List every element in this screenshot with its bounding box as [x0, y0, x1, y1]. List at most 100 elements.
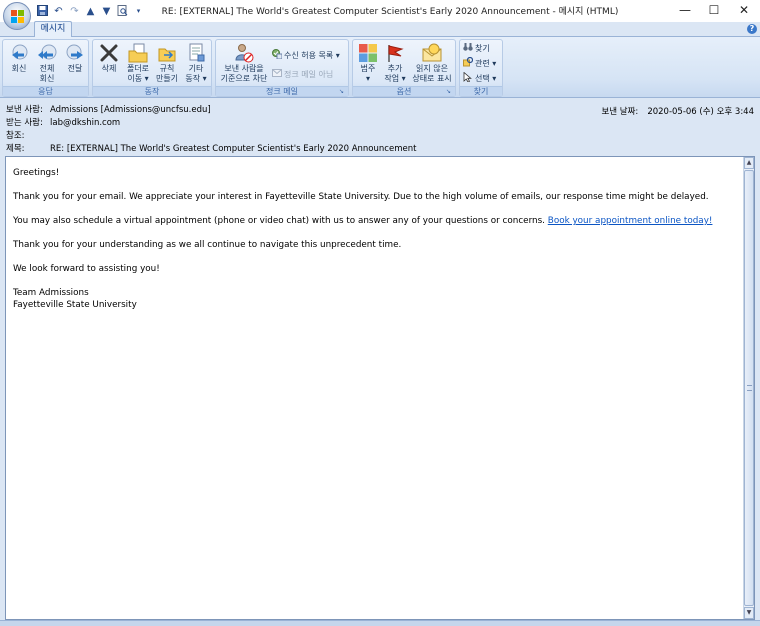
- related-label: 관련: [475, 59, 490, 68]
- categorize-label: 범주: [360, 64, 376, 73]
- signature-line-1: Team Admissions: [13, 288, 89, 298]
- not-junk-label: 정크 메일 아님: [284, 70, 334, 79]
- group-label-find: 찾기: [460, 86, 502, 96]
- move-label-2: 이동: [127, 74, 143, 83]
- group-actions: 삭제 폴더로 이동 ▾ 규칙 만들기 기타 동작 ▾ 동작: [92, 39, 212, 97]
- book-appointment-link[interactable]: Book your appointment online today!: [548, 216, 713, 226]
- rules-label-2: 만들기: [155, 74, 179, 83]
- other-label-2: 동작: [185, 74, 201, 83]
- ribbon: 회신 전체 회신 전달 응답 삭제 폴더로 이동 ▾ 규칙 만들기 기타 동작 …: [0, 36, 760, 98]
- binoculars-icon: [463, 42, 473, 52]
- select-button[interactable]: 선택 ▾: [463, 71, 496, 84]
- window-title: RE: [EXTERNAL] The World's Greatest Comp…: [161, 7, 619, 17]
- delete-button[interactable]: 삭제: [96, 43, 122, 74]
- group-options: 범주 ▾ 추가 작업 ▾ 읽지 않은 상태로 표시 옵션 ↘: [352, 39, 456, 97]
- group-label-options: 옵션: [353, 86, 455, 96]
- reply-button[interactable]: 회신: [6, 43, 32, 74]
- scroll-up-icon[interactable]: ▲: [744, 157, 754, 169]
- message-text: Greetings! Thank you for your email. We …: [13, 167, 738, 311]
- other-actions-icon: [186, 43, 206, 63]
- forward-icon: [65, 43, 85, 63]
- reply-label: 회신: [11, 64, 27, 73]
- group-label-junk-mail: 정크 메일: [216, 86, 348, 96]
- categorize-icon: [358, 43, 378, 63]
- scroll-down-icon[interactable]: ▼: [744, 607, 754, 619]
- subject-value: RE: [EXTERNAL] The World's Greatest Comp…: [50, 144, 417, 154]
- group-find: 찾기 관련 ▾ 선택 ▾ 찾기: [459, 39, 503, 97]
- close-button[interactable]: ✕: [729, 0, 759, 22]
- title-bar: ↶ ↷ ▲ ▼ ▾ RE: [EXTERNAL] The World's Gre…: [0, 0, 760, 22]
- sent-label: 보낸 날짜:: [601, 107, 639, 117]
- create-rule-icon: [157, 43, 177, 63]
- group-respond: 회신 전체 회신 전달 응답: [2, 39, 89, 97]
- select-label: 선택: [475, 74, 490, 83]
- mark-unread-label-1: 읽지 않은: [416, 64, 448, 73]
- junk-mail-options-launcher-icon[interactable]: ↘: [339, 88, 346, 95]
- body-paragraph-2-text: You may also schedule a virtual appointm…: [13, 216, 545, 226]
- move-label-1: 폴더로: [126, 64, 150, 73]
- signature-line-2: Fayetteville State University: [13, 300, 137, 310]
- subject-label: 제목:: [6, 144, 25, 154]
- move-to-folder-icon: [128, 43, 148, 63]
- delete-label: 삭제: [101, 64, 117, 73]
- help-icon[interactable]: ?: [747, 24, 757, 34]
- block-sender-button[interactable]: 보낸 사람을 기준으로 차단: [217, 43, 271, 84]
- create-rule-button[interactable]: 규칙 만들기: [153, 43, 181, 84]
- cc-row: 참조:: [6, 130, 50, 142]
- move-to-folder-button[interactable]: 폴더로 이동 ▾: [124, 43, 152, 84]
- scroll-thumb[interactable]: [744, 170, 754, 606]
- other-actions-button[interactable]: 기타 동작 ▾: [182, 43, 210, 84]
- not-junk-button[interactable]: 정크 메일 아님: [272, 68, 333, 80]
- subject-row: 제목: RE: [EXTERNAL] The World's Greatest C…: [6, 143, 416, 155]
- greeting: Greetings!: [13, 168, 60, 178]
- body-paragraph-3: Thank you for your understanding as we a…: [13, 240, 402, 250]
- other-label-1: 기타: [188, 64, 204, 73]
- block-sender-label-1: 보낸 사람을: [224, 64, 264, 73]
- related-button[interactable]: 관련 ▾: [463, 56, 496, 69]
- mark-unread-icon: [422, 43, 442, 63]
- mark-unread-label-2: 상태로 표시: [412, 74, 452, 83]
- follow-up-flag-icon: [385, 43, 405, 63]
- body-paragraph-4: We look forward to assisting you!: [13, 264, 160, 274]
- find-label: 찾기: [475, 44, 490, 53]
- safe-senders-button[interactable]: 수신 허용 목록 ▾: [272, 49, 340, 61]
- related-icon: [463, 56, 474, 67]
- minimize-button[interactable]: —: [670, 0, 700, 22]
- forward-label: 전달: [67, 64, 83, 73]
- message-body[interactable]: Greetings! Thank you for your email. We …: [5, 156, 755, 620]
- from-value[interactable]: Admissions [Admissions@uncfsu.edu]: [50, 105, 211, 115]
- options-launcher-icon[interactable]: ↘: [446, 88, 453, 95]
- status-bar: [0, 620, 760, 626]
- body-paragraph-1: Thank you for your email. We appreciate …: [13, 192, 709, 202]
- forward-button[interactable]: 전달: [62, 43, 88, 74]
- rules-label-1: 규칙: [159, 64, 175, 73]
- cc-label: 참조:: [6, 131, 25, 141]
- body-paragraph-2: You may also schedule a virtual appointm…: [13, 215, 738, 227]
- reply-icon: [9, 43, 29, 63]
- find-button[interactable]: 찾기: [463, 42, 490, 54]
- follow-up-label-1: 추가: [387, 64, 403, 73]
- safe-list-icon: [272, 49, 283, 60]
- office-button[interactable]: [3, 2, 31, 30]
- tab-message[interactable]: 메시지: [34, 21, 72, 37]
- group-label-actions: 동작: [93, 86, 211, 96]
- signature: Team Admissions Fayetteville State Unive…: [13, 287, 738, 311]
- categorize-button[interactable]: 범주 ▾: [355, 43, 381, 84]
- delete-icon: [99, 43, 119, 63]
- maximize-button[interactable]: ☐: [699, 0, 729, 22]
- reply-all-label-1: 전체: [39, 64, 55, 73]
- select-cursor-icon: [463, 71, 473, 83]
- vertical-scrollbar[interactable]: ▲ ▼: [743, 157, 754, 619]
- from-label: 보낸 사람:: [6, 105, 43, 115]
- not-junk-icon: [272, 68, 282, 78]
- group-label-respond: 응답: [3, 86, 88, 96]
- group-junk-mail: 보낸 사람을 기준으로 차단 수신 허용 목록 ▾ 정크 메일 아님 정크 메일…: [215, 39, 349, 97]
- mark-unread-button[interactable]: 읽지 않은 상태로 표시: [409, 43, 455, 84]
- follow-up-button[interactable]: 추가 작업 ▾: [382, 43, 408, 84]
- reply-all-button[interactable]: 전체 회신: [34, 43, 60, 84]
- reply-all-icon: [37, 43, 57, 63]
- grip-icon: [747, 385, 752, 391]
- safe-list-label: 수신 허용 목록: [284, 51, 334, 60]
- to-value[interactable]: lab@dkshin.com: [50, 118, 120, 128]
- office-logo-icon: [11, 10, 24, 23]
